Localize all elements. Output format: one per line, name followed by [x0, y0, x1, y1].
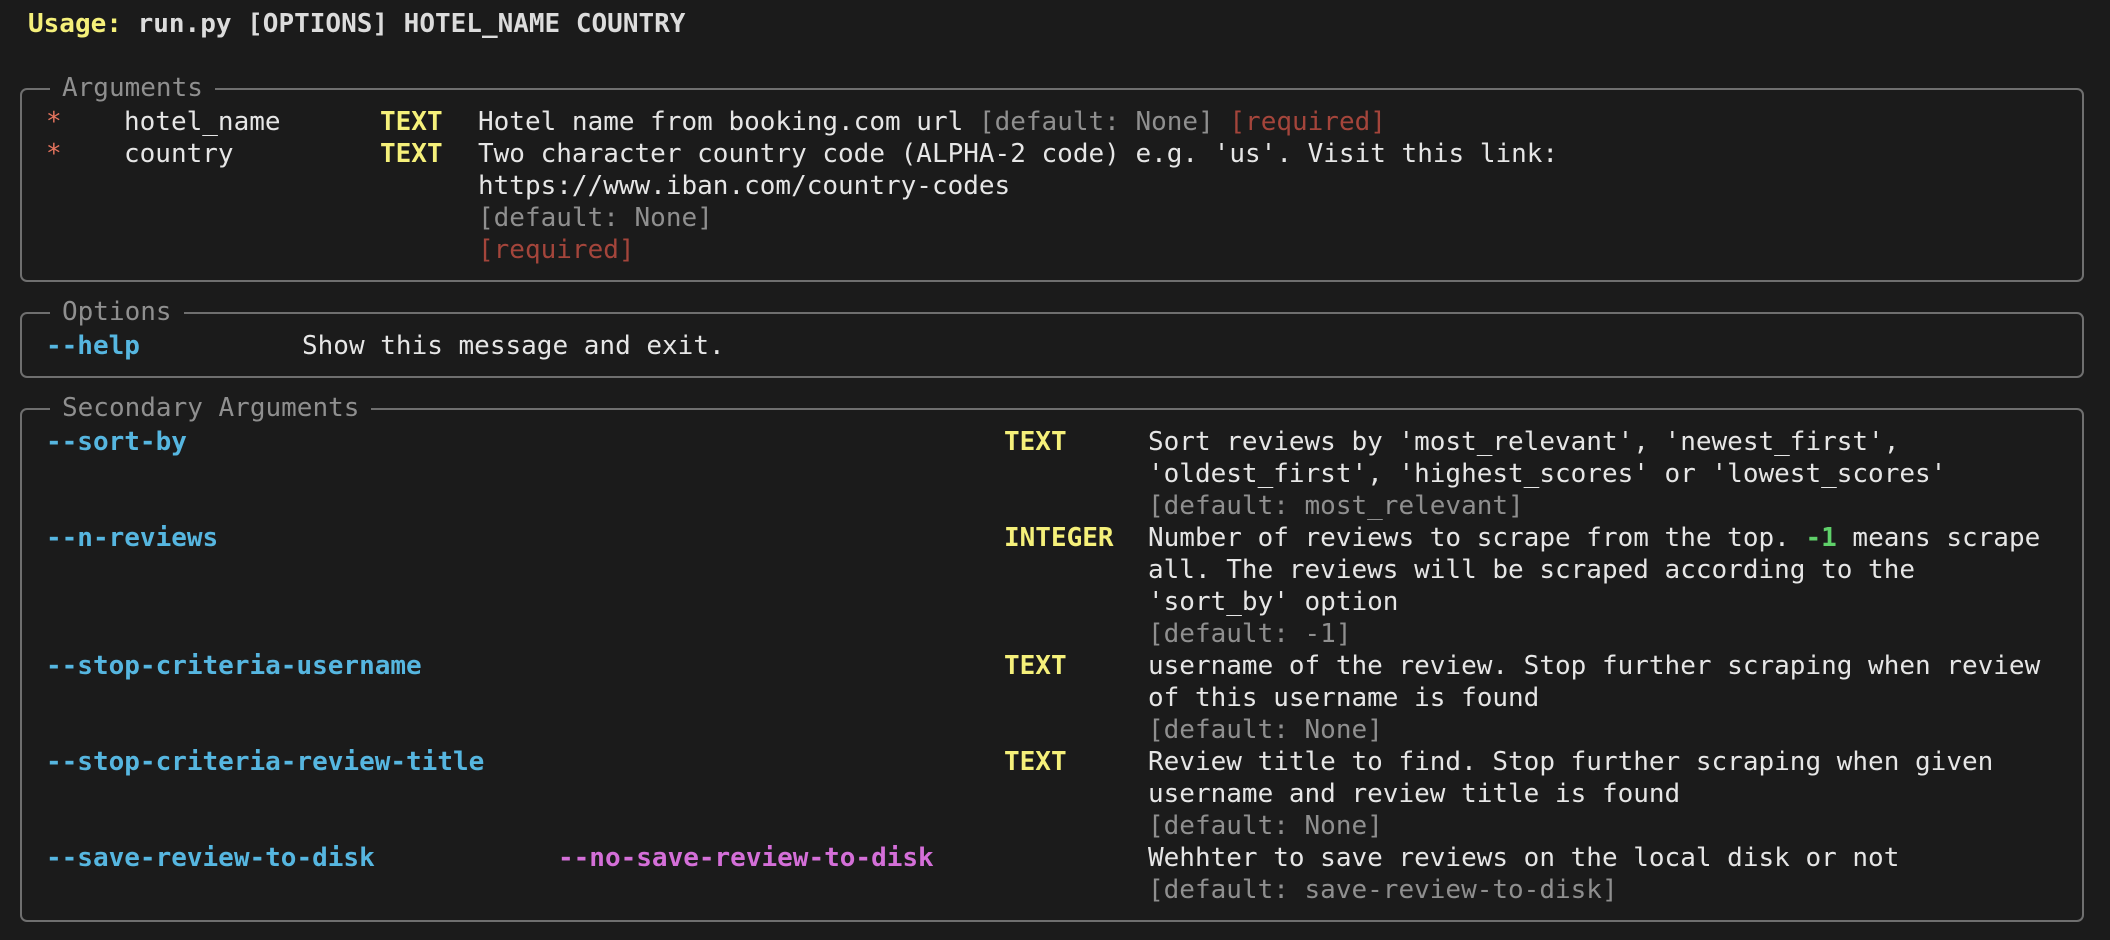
- required-marker: *: [46, 107, 62, 137]
- numeric-literal: -1: [1805, 523, 1837, 553]
- argument-name-country: country: [124, 139, 234, 169]
- default-value: [default: None]: [1148, 715, 1383, 745]
- option-description: of this username is found: [1148, 683, 1540, 713]
- options-panel: Options --help Show this message and exi…: [20, 296, 2084, 378]
- option-help: --help: [46, 331, 140, 361]
- option-type: TEXT: [1004, 427, 1067, 457]
- country-codes-link: https://www.iban.com/country-codes: [478, 171, 1011, 201]
- usage-command: run.py [OPTIONS] HOTEL_NAME COUNTRY: [121, 9, 686, 39]
- argument-description: Hotel name from booking.com url [default…: [478, 107, 1386, 137]
- required-marker: *: [46, 139, 62, 169]
- option-description: Wehhter to save reviews on the local dis…: [1148, 843, 1900, 873]
- option-save-review-to-disk: --save-review-to-disk: [46, 843, 375, 873]
- default-value: [default: -1]: [1148, 619, 1352, 649]
- default-value: [default: most_relevant]: [1148, 491, 1524, 521]
- argument-description: Two character country code (ALPHA-2 code…: [478, 139, 1559, 169]
- option-description: Sort reviews by 'most_relevant', 'newest…: [1148, 427, 1900, 457]
- argument-name-hotel-name: hotel_name: [124, 107, 281, 137]
- option-type: TEXT: [1004, 651, 1067, 681]
- option-description: Review title to find. Stop further scrap…: [1148, 747, 1994, 777]
- arguments-panel-title: Arguments: [50, 72, 215, 104]
- secondary-arguments-panel-title: Secondary Arguments: [50, 392, 372, 424]
- option-n-reviews: --n-reviews: [46, 523, 219, 553]
- default-value: [default: save-review-to-disk]: [1148, 875, 1618, 905]
- argument-type: TEXT: [380, 139, 443, 169]
- default-value: [default: None]: [1148, 811, 1383, 841]
- arguments-panel: Arguments * hotel_name TEXT Hotel name f…: [20, 72, 2084, 282]
- option-description: all. The reviews will be scraped accordi…: [1148, 555, 1916, 585]
- default-value: [default: None]: [478, 203, 713, 233]
- option-sort-by: --sort-by: [46, 427, 187, 457]
- option-stop-criteria-username: --stop-criteria-username: [46, 651, 422, 681]
- usage-line: Usage: run.py [OPTIONS] HOTEL_NAME COUNT…: [28, 8, 685, 40]
- option-type: INTEGER: [1004, 523, 1114, 553]
- secondary-arguments-panel: Secondary Arguments --sort-by TEXT Sort …: [20, 392, 2084, 922]
- required-badge: [required]: [1229, 107, 1386, 137]
- option-description: username and review title is found: [1148, 779, 1681, 809]
- option-stop-criteria-review-title: --stop-criteria-review-title: [46, 747, 485, 777]
- option-description: Number of reviews to scrape from the top…: [1148, 523, 2041, 553]
- required-badge: [required]: [478, 235, 635, 265]
- option-no-save-review-to-disk: --no-save-review-to-disk: [558, 843, 934, 873]
- option-description: username of the review. Stop further scr…: [1148, 651, 2041, 681]
- options-panel-title: Options: [50, 296, 184, 328]
- option-type: TEXT: [1004, 747, 1067, 777]
- option-description: 'oldest_first', 'highest_scores' or 'low…: [1148, 459, 1947, 489]
- argument-type: TEXT: [380, 107, 443, 137]
- option-description: 'sort_by' option: [1148, 587, 1399, 617]
- default-value: [default: None]: [978, 107, 1214, 137]
- option-description: Show this message and exit.: [302, 331, 725, 361]
- usage-label: Usage:: [28, 9, 122, 39]
